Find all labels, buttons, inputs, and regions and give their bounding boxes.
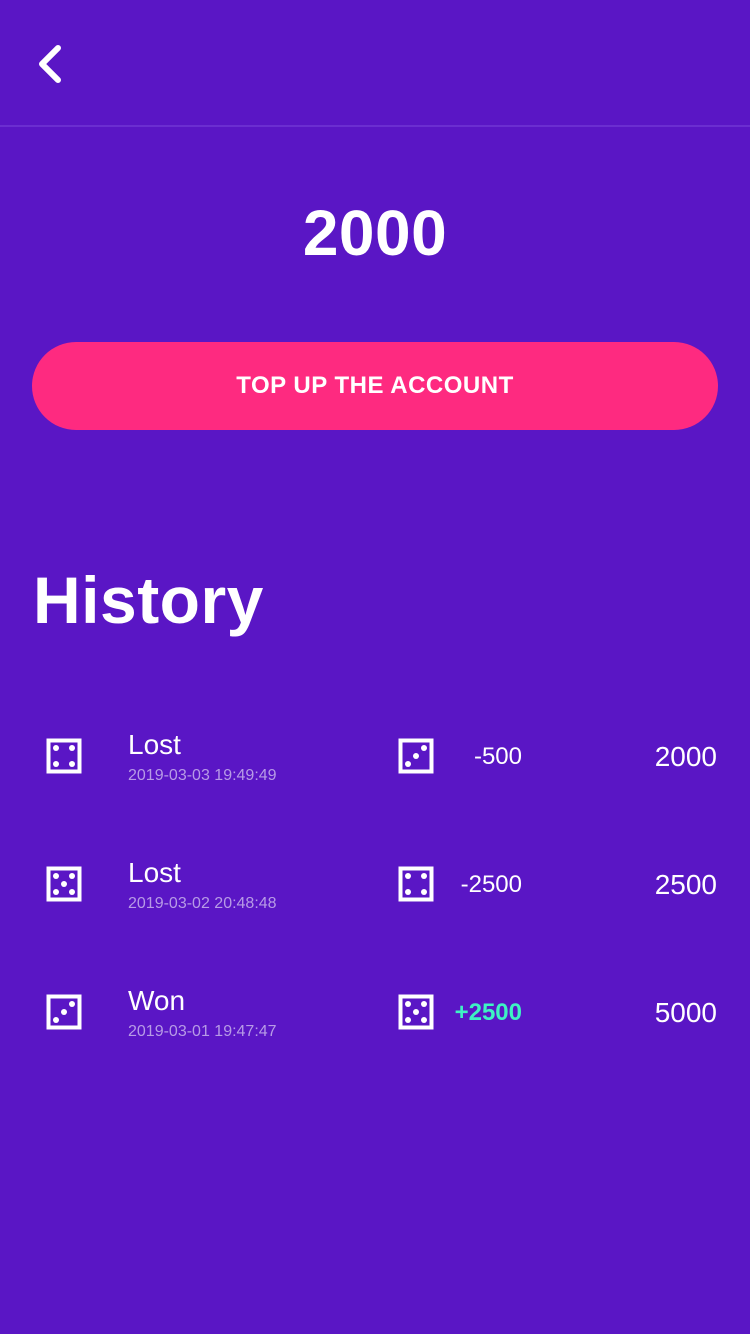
top-up-account-button[interactable]: TOP UP THE ACCOUNT [32,342,718,430]
app-header [0,0,750,127]
balance-change: -2500 [460,871,522,898]
dice-four-icon [398,866,434,902]
game-result: Lost [128,729,181,760]
back-button[interactable] [22,34,78,94]
chevron-left-icon [39,45,61,83]
balance-after: 2500 [654,869,717,900]
history-row[interactable]: Lost 2019-03-02 20:48:48 -2500 2500 [0,828,750,956]
dice-three-icon [398,738,434,774]
game-timestamp: 2019-03-01 19:47:47 [128,1023,277,1040]
dice-three-icon [46,994,82,1030]
balance-after: 5000 [654,997,717,1028]
balance-change: -500 [473,743,522,770]
balance-after: 2000 [654,741,717,772]
game-timestamp: 2019-03-03 19:49:49 [128,767,277,784]
game-result: Lost [128,857,181,888]
game-timestamp: 2019-03-02 20:48:48 [128,895,277,912]
history-row[interactable]: Won 2019-03-01 19:47:47 +2500 5000 [0,956,750,1084]
dice-five-icon [46,866,82,902]
balance-change: +2500 [454,999,522,1026]
history-list: Lost 2019-03-03 19:49:49 -500 2000 Lost … [0,700,750,1084]
dice-four-icon [46,738,82,774]
history-heading: History [33,563,264,637]
dice-five-icon [398,994,434,1030]
history-row[interactable]: Lost 2019-03-03 19:49:49 -500 2000 [0,700,750,828]
game-result: Won [128,985,186,1016]
account-balance: 2000 [302,197,448,269]
